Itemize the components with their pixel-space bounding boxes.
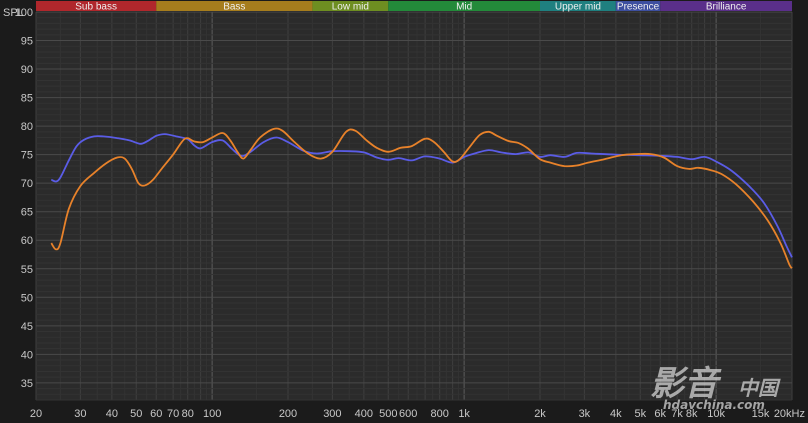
watermark-url: hdavchina.com [663,398,765,412]
y-tick-label: 55 [21,264,33,276]
x-tick-label: 3k [579,408,591,420]
y-tick-label: 70 [21,178,33,190]
band-label-6: Brilliance [706,2,747,13]
x-tick-label: 200 [279,408,297,420]
x-tick-label: 4k [610,408,622,420]
band-label-1: Bass [223,2,245,13]
y-tick-label: 85 [21,93,33,105]
y-tick-label: 95 [21,36,33,48]
band-label-3: Mid [456,2,472,13]
y-tick-label: 60 [21,235,33,247]
x-tick-label: 100 [203,408,221,420]
x-tick-label: 20 [30,408,42,420]
frequency-response-chart: Sub bass Bass Low mid Mid Upper mid Presence B… [3,1,805,420]
x-tick-label: 30 [74,408,86,420]
x-tick-label: 60 [150,408,162,420]
x-tick-label: 20kHz [774,408,805,420]
x-tick-label: 2k [534,408,546,420]
x-tick-label: 800 [431,408,449,420]
y-tick-label: 40 [21,349,33,361]
x-tick-label: 500 [379,408,397,420]
y-axis-label: SPL [3,7,24,19]
watermark-chinese: 中国 [738,376,781,400]
band-label-2: Low mid [332,2,369,13]
x-tick-label: 80 [182,408,194,420]
y-tick-label: 50 [21,292,33,304]
y-tick-label: 35 [21,378,33,390]
x-tick-label: 5k [634,408,646,420]
y-tick-label: 75 [21,150,33,162]
y-tick-label: 65 [21,207,33,219]
y-tick-label: 90 [21,64,33,76]
x-tick-label: 300 [323,408,341,420]
band-label-0: Sub bass [75,2,117,13]
x-tick-label: 40 [106,408,118,420]
x-tick-label: 1k [458,408,470,420]
x-tick-label: 600 [399,408,417,420]
y-tick-label: 80 [21,121,33,133]
band-label-4: Upper mid [555,2,601,13]
band-label-5: Presence [617,2,660,13]
x-tick-label: 50 [130,408,142,420]
x-tick-label: 400 [355,408,373,420]
x-tick-label: 70 [167,408,179,420]
y-tick-label: 45 [21,321,33,333]
